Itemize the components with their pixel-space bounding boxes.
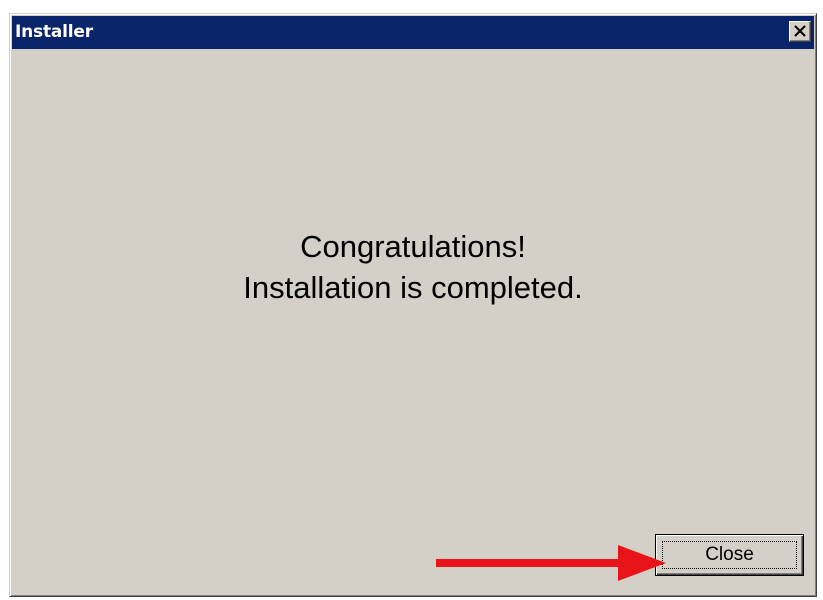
message-line-2: Installation is completed.: [243, 270, 583, 305]
close-x-icon: [794, 25, 806, 37]
message-line-1: Congratulations!: [300, 229, 526, 264]
red-arrow-icon: [436, 545, 666, 581]
close-button-label: Close: [705, 544, 754, 565]
completion-message: Congratulations! Installation is complet…: [10, 226, 816, 308]
title-bar: Installer: [12, 16, 814, 49]
window-title: Installer: [15, 22, 93, 42]
installer-window: Installer Congratulations! Installation …: [9, 13, 817, 597]
close-button[interactable]: Close: [655, 534, 804, 576]
title-close-button[interactable]: [789, 21, 811, 42]
